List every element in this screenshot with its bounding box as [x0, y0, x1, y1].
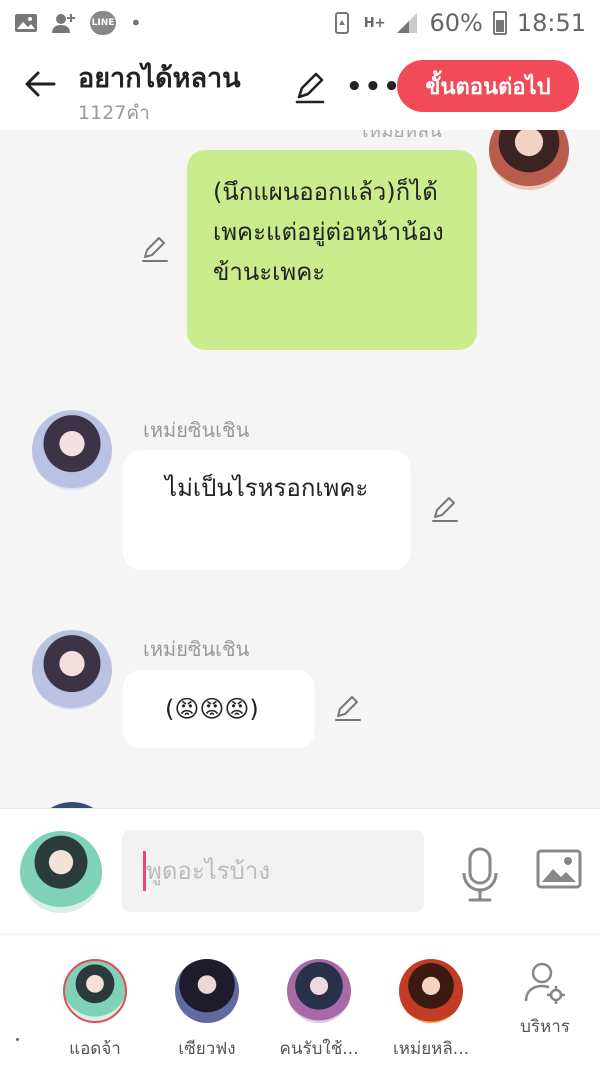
message-text: (นึกแผนออกแล้ว)ก็ได้เพคะแต่อยู่ต่อหน้าน้… — [213, 178, 444, 286]
manage-characters-button[interactable]: บริหาร — [505, 961, 585, 1040]
chat-bubble-received[interactable]: (😡😡😡) — [123, 670, 315, 748]
manage-label: บริหาร — [520, 1017, 570, 1037]
edit-message-icon[interactable] — [430, 494, 460, 524]
avatar — [399, 959, 463, 1023]
character-name: คนรับใช้... — [279, 1039, 359, 1059]
chat-area[interactable]: เหมยหลิน (นึกแผนออกแล้ว)ก็ได้เพคะแต่อยู่… — [0, 130, 600, 808]
add-contact-notification-icon — [52, 14, 75, 33]
battery-icon — [492, 11, 507, 35]
avatar[interactable] — [489, 130, 569, 190]
avatar — [287, 959, 351, 1023]
microphone-icon[interactable] — [460, 847, 500, 903]
manage-user-icon — [524, 962, 565, 1004]
chat-bubble-received[interactable]: ไม่เป็นไรหรอกเพคะ — [123, 450, 411, 570]
text-cursor — [143, 851, 146, 891]
chat-bubble-sent[interactable]: (นึกแผนออกแล้ว)ก็ได้เพคะแต่อยู่ต่อหน้าน้… — [187, 150, 477, 350]
message-composer — [0, 808, 600, 934]
character-bar: แอดจ้า เซียวฟง คนรับใช้... เหม่ยหลิ... บ… — [0, 934, 600, 1067]
character-item[interactable]: คนรับใช้... — [269, 959, 369, 1062]
avatar[interactable] — [32, 410, 112, 490]
edit-title-icon[interactable] — [292, 70, 328, 106]
message-text: (😡😡😡) — [165, 695, 259, 723]
clock: 18:51 — [516, 9, 586, 37]
network-type: H+ — [363, 15, 386, 31]
character-name: แอดจ้า — [69, 1039, 121, 1059]
line-app-icon: LINE — [90, 11, 116, 35]
back-arrow-icon[interactable] — [22, 66, 58, 102]
character-name: เซียวฟง — [178, 1039, 236, 1059]
app-header: อยากได้หลาน 1127คำ ••• ขั้นตอนต่อไป — [0, 46, 600, 130]
character-item[interactable]: เซียวฟง — [157, 959, 257, 1062]
page-dot — [16, 1038, 19, 1041]
gallery-notification-icon — [15, 14, 37, 32]
speaker-name-cut-off: เหมยหลิน — [362, 130, 442, 142]
image-icon[interactable] — [536, 849, 582, 889]
character-item[interactable]: เหม่ยหลิ... — [381, 959, 481, 1062]
word-count: 1127คำ — [78, 102, 150, 124]
speaker-name: เหม่ยซินเชิน — [143, 418, 250, 442]
edit-message-icon[interactable] — [140, 234, 170, 264]
story-title: อยากได้หลาน — [78, 63, 241, 94]
status-bar: LINE • H+ 60% 18:51 — [0, 0, 600, 46]
notification-dot-icon: • — [130, 11, 142, 35]
speaker-name: เหม่ยซินเชิน — [143, 637, 250, 661]
message-text: ไม่เป็นไรหรอกเพคะ — [165, 474, 369, 502]
battery-saver-icon — [334, 12, 349, 34]
message-input[interactable] — [122, 830, 424, 912]
more-options-icon[interactable]: ••• — [346, 72, 402, 102]
battery-percent: 60% — [429, 9, 483, 37]
avatar[interactable] — [32, 630, 112, 710]
character-name: เหม่ยหลิ... — [392, 1039, 470, 1059]
current-speaker-avatar[interactable] — [20, 831, 102, 913]
next-step-button[interactable]: ขั้นตอนต่อไป — [397, 60, 579, 112]
avatar — [63, 959, 127, 1023]
edit-message-icon[interactable] — [333, 693, 363, 723]
character-item[interactable]: แอดจ้า — [45, 959, 145, 1062]
avatar — [175, 959, 239, 1023]
signal-icon — [397, 13, 418, 33]
